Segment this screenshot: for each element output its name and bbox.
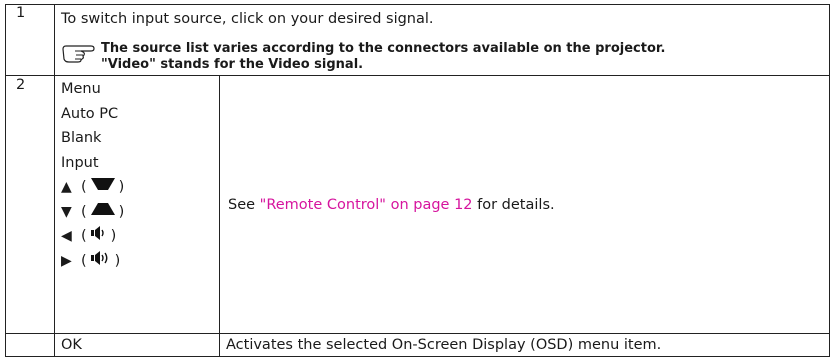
ok-description: Activates the selected On-Screen Display… <box>219 333 830 357</box>
down-arrow-icon: ▼ <box>61 203 72 220</box>
left-arrow-icon: ◀ <box>61 228 72 245</box>
row-number: 2 <box>5 75 55 334</box>
key-right: ▶ ( ) <box>61 249 213 274</box>
note-text: The source list varies according to the … <box>101 41 665 73</box>
remote-control-link[interactable]: "Remote Control" on page 12 <box>260 197 473 213</box>
note-line-2: "Video" stands for the Video signal. <box>101 57 364 72</box>
hand-pointing-icon <box>61 41 101 67</box>
key-left: ◀ ( ) <box>61 224 213 249</box>
keystone-down-icon <box>90 200 115 224</box>
table-row: 1 To switch input source, click on your … <box>5 4 830 76</box>
keystone-up-icon <box>90 175 115 199</box>
description-cell: See "Remote Control" on page 12 for deta… <box>219 75 830 334</box>
key-blank: Blank <box>61 130 102 146</box>
row-number <box>5 333 55 357</box>
volume-down-icon <box>90 224 107 248</box>
key-input: Input <box>61 154 99 171</box>
function-table: 1 To switch input source, click on your … <box>5 4 830 357</box>
volume-up-icon <box>90 249 111 273</box>
key-menu: Menu <box>61 81 101 97</box>
up-arrow-icon: ▲ <box>61 179 72 196</box>
description-prefix: See <box>228 196 260 213</box>
table-row: 2 Menu Auto PC Blank Input ▲ ( ) ▼ () ◀… <box>5 75 830 334</box>
description-suffix: for details. <box>472 196 555 213</box>
key-list: Menu Auto PC Blank Input ▲ ( ) ▼ () ◀ (… <box>54 75 220 334</box>
table-row: OK Activates the selected On-Screen Disp… <box>5 333 830 357</box>
key-ok: OK <box>54 333 220 357</box>
key-up: ▲ ( ) <box>61 175 213 200</box>
instruction-text: To switch input source, click on your de… <box>61 11 434 27</box>
note-block: The source list varies according to the … <box>61 41 823 73</box>
key-down: ▼ ( ) <box>61 200 213 225</box>
note-line-1: The source list varies according to the … <box>101 41 666 56</box>
key-auto-pc: Auto PC <box>61 105 119 122</box>
row-content: To switch input source, click on your de… <box>54 4 830 76</box>
right-arrow-icon: ▶ <box>61 252 72 269</box>
row-number: 1 <box>5 4 55 76</box>
